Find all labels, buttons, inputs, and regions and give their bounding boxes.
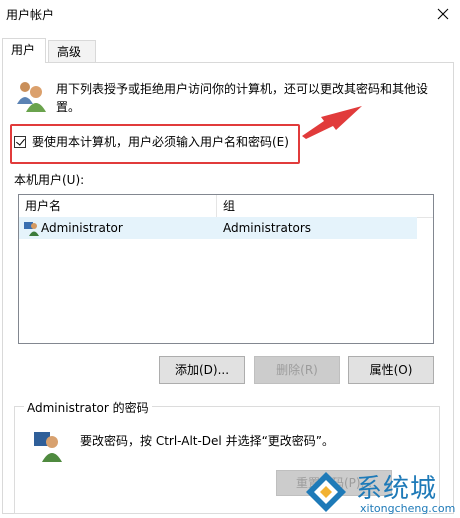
column-header-group[interactable]: 组 [217, 195, 417, 217]
tab-strip: 用户 高级 [0, 38, 460, 63]
password-instructions: 要改密码，按 Ctrl-Alt-Del 并选择“更改密码”。 [80, 434, 335, 448]
user-row-icon [24, 222, 39, 236]
column-header-username[interactable]: 用户名 [19, 195, 217, 217]
password-group-title: Administrator 的密码 [24, 399, 152, 416]
window-title: 用户帐户 [6, 8, 55, 22]
list-header: 用户名 组 [19, 195, 433, 218]
watermark: 系统城 xitongcheng.com [304, 468, 460, 518]
users-list[interactable]: 用户名 组 Administrator Administrators [18, 194, 434, 344]
watermark-logo [306, 472, 346, 512]
close-button[interactable] [428, 0, 458, 28]
tab-user[interactable]: 用户 [2, 38, 46, 63]
key-user-icon [34, 432, 62, 462]
red-arrow-annotation [302, 106, 362, 139]
users-icon [17, 82, 46, 112]
watermark-url: xitongcheng.com [360, 502, 456, 515]
table-row[interactable]: Administrator Administrators [19, 217, 417, 239]
tab-advanced[interactable]: 高级 [48, 40, 96, 62]
title-bar: 用户帐户 [0, 0, 460, 30]
red-highlight-box [10, 124, 300, 164]
watermark-brand: 系统城 [356, 474, 438, 504]
close-icon [437, 8, 449, 20]
row-group: Administrators [223, 221, 312, 235]
remove-button[interactable]: 删除(R) [254, 356, 340, 384]
row-username: Administrator [41, 221, 123, 235]
description-text: 用下列表授予或拒绝用户访问你的计算机，还可以更改其密码和其他设置。 [56, 82, 429, 114]
add-button[interactable]: 添加(D)... [159, 356, 245, 384]
properties-button[interactable]: 属性(O) [348, 356, 434, 384]
local-users-label: 本机用户(U): [14, 173, 85, 187]
